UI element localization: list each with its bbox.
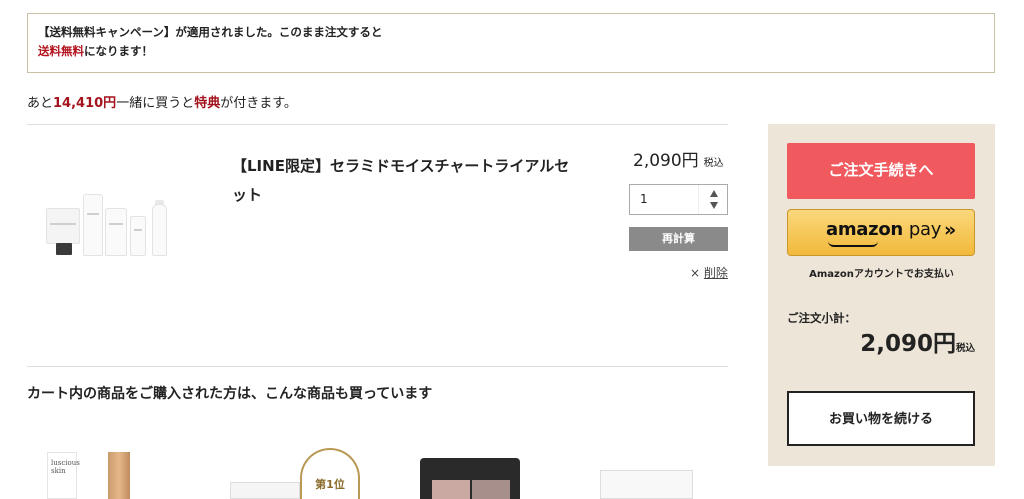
arrow-up-icon[interactable] bbox=[710, 190, 718, 197]
quantity-input[interactable]: 1 bbox=[640, 192, 648, 206]
product-tube bbox=[152, 204, 167, 256]
amazon-pay-logo: amazon pay bbox=[826, 219, 941, 240]
product-price-tax: 税込 bbox=[703, 158, 724, 169]
notice-line-2: 送料無料になります！ bbox=[38, 42, 984, 61]
recommended-product-thumbnail[interactable] bbox=[108, 452, 130, 499]
eyeshadow-pan bbox=[432, 480, 470, 499]
recommended-product-thumbnail[interactable] bbox=[420, 458, 520, 499]
notice-free-shipping-em: 送料無料 bbox=[38, 44, 84, 58]
product-name[interactable]: 【LINE限定】セラミドモイスチャートライアルセット bbox=[232, 152, 582, 210]
notice-line-2-rest: になります！ bbox=[84, 44, 153, 58]
amazon-pay-button[interactable]: amazon pay » bbox=[787, 209, 975, 256]
product-pouch bbox=[46, 208, 80, 244]
subtotal-tax: 税込 bbox=[955, 343, 975, 354]
remaining-benefit: 特典 bbox=[194, 96, 221, 111]
free-shipping-notice: 【送料無料キャンペーン】が適用されました。このまま注文すると 送料無料になります… bbox=[27, 13, 995, 73]
arrow-down-icon[interactable] bbox=[710, 202, 718, 209]
eyeshadow-pan bbox=[472, 480, 510, 499]
delete-label[interactable]: 削除 bbox=[704, 266, 728, 280]
recommendations-title: カート内の商品をご購入された方は、こんな商品も買っています bbox=[27, 386, 433, 402]
recommended-product-thumbnail[interactable] bbox=[230, 482, 300, 499]
product-image[interactable] bbox=[40, 188, 180, 268]
close-icon: × bbox=[690, 266, 701, 280]
remaining-amount-message: あと14,410円一緒に買うと特典が付きます。 bbox=[27, 92, 297, 111]
remaining-suffix: が付きます。 bbox=[220, 96, 297, 111]
amazon-pay-text: pay bbox=[908, 219, 942, 240]
order-summary-panel: ご注文手続きへ amazon pay » Amazonアカウントでお支払い ご注… bbox=[768, 124, 995, 466]
thumbnail-brand-text: luscious skin bbox=[51, 459, 80, 475]
product-pouch-base bbox=[56, 243, 72, 255]
remaining-amount: 14,410円 bbox=[53, 96, 117, 111]
product-bottle-tall bbox=[83, 194, 103, 256]
continue-shopping-button[interactable]: お買い物を続ける bbox=[787, 391, 975, 446]
recommended-product-thumbnail[interactable]: luscious skin bbox=[47, 452, 80, 499]
product-bottle bbox=[105, 208, 127, 256]
subtotal-amount: 2,090円税込 bbox=[860, 324, 975, 358]
recommended-product-thumbnail[interactable] bbox=[600, 470, 693, 499]
quantity-arrows[interactable] bbox=[701, 185, 727, 214]
product-price: 2,090円 税込 bbox=[633, 146, 724, 171]
quantity-stepper[interactable]: 1 bbox=[629, 184, 728, 215]
chevron-double-right-icon: » bbox=[944, 219, 957, 241]
subtotal-label: ご注文小計： bbox=[787, 311, 856, 325]
remaining-prefix: あと bbox=[27, 96, 54, 111]
recalculate-button[interactable]: 再計算 bbox=[629, 227, 728, 251]
amazon-brand-text: amazon bbox=[826, 219, 903, 240]
divider bbox=[27, 124, 728, 125]
amazon-pay-note: Amazonアカウントでお支払い bbox=[809, 269, 954, 280]
remaining-mid: 一緒に買うと bbox=[116, 96, 195, 111]
checkout-button[interactable]: ご注文手続きへ bbox=[787, 143, 975, 199]
amazon-smile-icon bbox=[828, 241, 878, 247]
quantity-separator bbox=[698, 185, 699, 214]
ranking-badge: 第1位 bbox=[300, 448, 360, 499]
product-price-value: 2,090円 bbox=[633, 151, 699, 171]
ranking-badge-text: 第1位 bbox=[315, 478, 345, 491]
subtotal-value: 2,090円 bbox=[860, 331, 956, 357]
divider bbox=[27, 366, 728, 367]
notice-line-1: 【送料無料キャンペーン】が適用されました。このまま注文すると bbox=[38, 25, 383, 39]
delete-link[interactable]: × 削除 bbox=[690, 264, 728, 281]
product-jar bbox=[130, 216, 146, 256]
